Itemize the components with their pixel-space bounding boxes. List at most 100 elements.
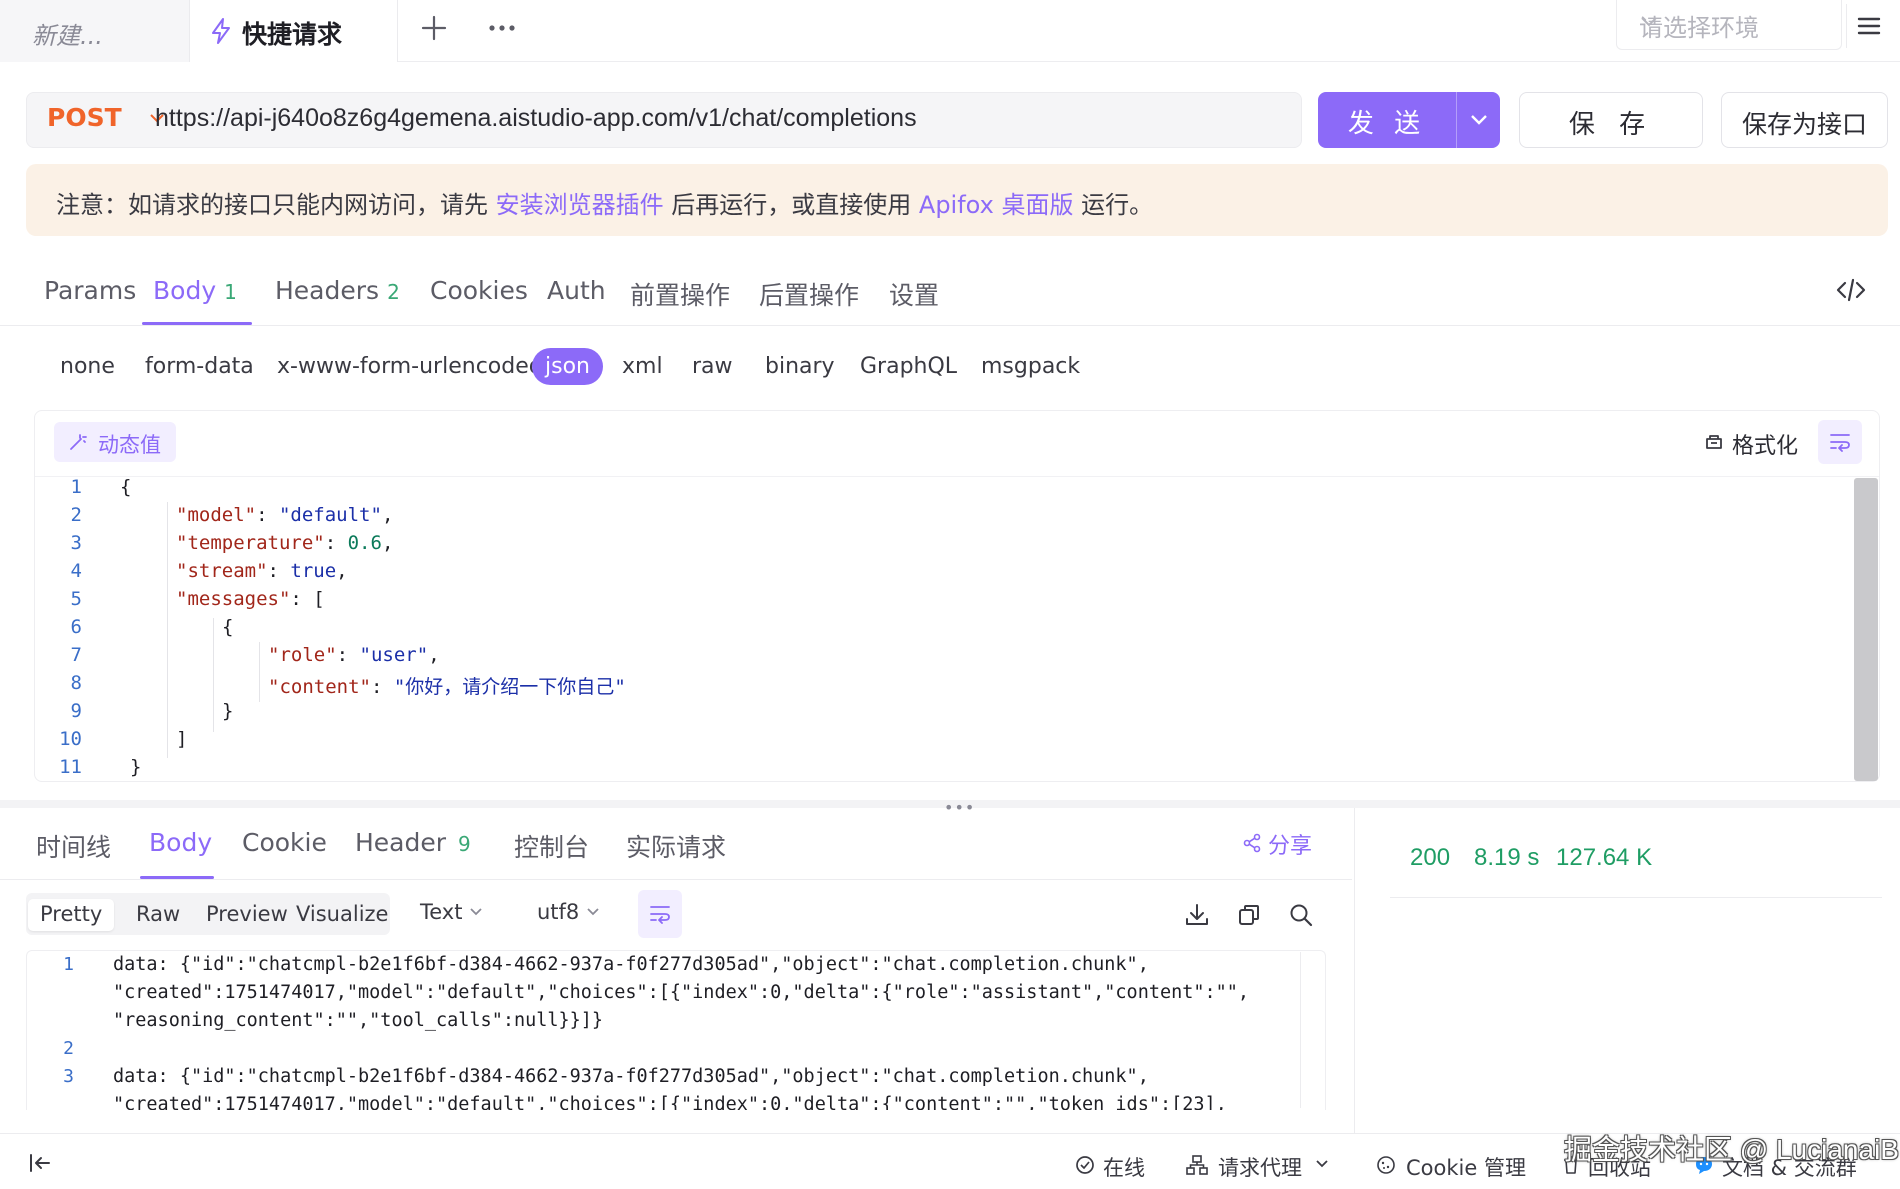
install-extension-link[interactable]: 安装浏览器插件 <box>496 191 664 219</box>
top-tab-bar: 新建... 快捷请求 请选择环境 <box>0 0 1900 62</box>
view-visualize[interactable]: Visualize <box>284 899 400 931</box>
more-tabs-button[interactable] <box>487 14 517 42</box>
request-proxy-select[interactable]: 请求代理 <box>1186 1152 1336 1180</box>
proxy-icon <box>1186 1155 1208 1175</box>
line-number: 2 <box>70 504 82 526</box>
chevron-down-icon <box>468 906 484 918</box>
response-word-wrap-button[interactable] <box>638 890 682 938</box>
body-type-form-data[interactable]: form-data <box>145 354 254 379</box>
tab-headers[interactable]: Headers 2 <box>275 276 400 305</box>
chevron-down-icon <box>1639 14 1823 28</box>
tab-response-header[interactable]: Header 9 <box>355 828 471 857</box>
body-type-urlencoded[interactable]: x-www-form-urlencoded <box>277 354 543 379</box>
url-input[interactable]: https://api-j640o8z6g4gemena.aistudio-ap… <box>155 104 917 133</box>
dynamic-value-label: 动态值 <box>98 433 161 457</box>
tab-post-processors[interactable]: 后置操作 <box>759 276 859 312</box>
lightning-icon <box>210 18 232 44</box>
active-tab-indicator <box>140 876 214 879</box>
line-number: 2 <box>63 1038 74 1059</box>
tab-label: Body <box>149 828 213 857</box>
share-icon <box>1242 833 1262 853</box>
copy-icon[interactable] <box>1236 902 1262 928</box>
save-button[interactable]: 保 存 <box>1519 92 1703 148</box>
json-model-value: default <box>290 504 371 526</box>
code-icon[interactable] <box>1836 276 1866 304</box>
tab-quick-request[interactable]: 快捷请求 <box>190 0 398 62</box>
tab-pre-processors[interactable]: 前置操作 <box>630 276 730 312</box>
tab-cookies[interactable]: Cookies <box>430 276 528 305</box>
tab-label: 前置操作 <box>630 281 731 310</box>
save-as-endpoint-button[interactable]: 保存为接口 <box>1721 92 1888 148</box>
notice-prefix: 注意：如请求的接口只能内网访问，请先 <box>56 191 496 219</box>
method-select[interactable]: POST <box>47 103 122 132</box>
editor-toolbar-divider <box>35 476 1879 477</box>
tab-label: 时间线 <box>36 833 112 862</box>
collapse-sidebar-icon[interactable] <box>28 1152 52 1174</box>
tab-response-cookie[interactable]: Cookie <box>242 828 327 857</box>
body-type-graphql[interactable]: GraphQL <box>860 354 957 379</box>
tab-label: Headers <box>275 276 380 305</box>
tab-label: 设置 <box>889 281 940 310</box>
response-scrollbar[interactable] <box>1300 952 1301 1108</box>
response-line: "created":1751474017,"model":"default","… <box>113 1094 1227 1110</box>
encoding-select[interactable]: utf8 <box>537 900 607 928</box>
search-icon[interactable] <box>1288 902 1314 928</box>
cookie-manager-label: Cookie 管理 <box>1406 1156 1526 1180</box>
tab-response-body[interactable]: Body <box>149 828 212 857</box>
send-options-chevron-icon[interactable] <box>1468 110 1490 130</box>
tab-count: 9 <box>458 832 471 856</box>
request-tabs: Params Body 1 Headers 2 Cookies Auth 前置操作 … <box>0 256 1900 326</box>
send-divider <box>1456 92 1457 148</box>
body-type-xml[interactable]: xml <box>622 354 663 379</box>
line-number: 1 <box>63 954 74 975</box>
tab-label: Body <box>153 276 217 305</box>
code-line: { <box>120 476 132 498</box>
view-pretty[interactable]: Pretty <box>28 899 115 931</box>
response-tabs: 时间线 Body Cookie Header 9 控制台 实际请求 分享 <box>0 810 1352 880</box>
add-tab-button[interactable] <box>420 14 448 42</box>
environment-select[interactable]: 请选择环境 <box>1616 0 1842 50</box>
view-raw[interactable]: Raw <box>124 899 192 931</box>
code-line: "messages": [ <box>176 588 325 610</box>
body-type-msgpack[interactable]: msgpack <box>981 354 1080 379</box>
cookie-manager-button[interactable]: Cookie 管理 <box>1376 1152 1526 1180</box>
word-wrap-button[interactable] <box>1818 420 1862 464</box>
editor-scrollbar[interactable] <box>1854 478 1878 781</box>
desktop-app-link[interactable]: Apifox 桌面版 <box>919 191 1074 219</box>
format-button[interactable]: 格式化 <box>1704 428 1814 459</box>
body-type-raw[interactable]: raw <box>692 354 733 379</box>
tab-params[interactable]: Params <box>44 276 136 305</box>
share-button[interactable]: 分享 <box>1242 828 1332 859</box>
line-number: 4 <box>70 560 82 582</box>
tab-actual-request[interactable]: 实际请求 <box>626 828 726 864</box>
line-number: 8 <box>70 672 82 694</box>
body-type-json[interactable]: json <box>532 348 603 385</box>
cookie-icon <box>1376 1155 1396 1175</box>
tab-console[interactable]: 控制台 <box>514 828 589 864</box>
online-status[interactable]: 在线 <box>1075 1152 1147 1180</box>
json-stream-value: true <box>290 560 337 582</box>
body-type-none[interactable]: none <box>60 354 115 379</box>
wrap-lines-icon <box>649 904 671 924</box>
tab-label: Auth <box>547 276 606 305</box>
format-select-value: Text <box>420 900 463 924</box>
tab-quick-request-label: 快捷请求 <box>242 20 343 49</box>
response-line: "reasoning_content":"","tool_calls":null… <box>113 1010 604 1031</box>
code-line: } <box>222 700 234 722</box>
tab-new-label: 新建... <box>32 22 103 50</box>
tab-label: Cookie <box>242 828 327 857</box>
send-button[interactable]: 发 送 <box>1318 92 1500 148</box>
tab-timeline[interactable]: 时间线 <box>36 828 111 864</box>
tab-body[interactable]: Body 1 <box>153 276 237 305</box>
format-select[interactable]: Text <box>420 900 490 928</box>
tab-label: 实际请求 <box>626 833 727 862</box>
tab-settings[interactable]: 设置 <box>889 276 939 312</box>
tab-auth[interactable]: Auth <box>547 276 606 305</box>
main-menu-button[interactable] <box>1846 4 1890 48</box>
dynamic-value-button[interactable]: 动态值 <box>54 422 176 462</box>
indent-guide <box>167 502 168 758</box>
download-icon[interactable] <box>1184 902 1210 928</box>
check-circle-icon <box>1075 1155 1095 1175</box>
body-type-binary[interactable]: binary <box>765 354 835 379</box>
tab-new[interactable]: 新建... <box>0 0 190 62</box>
